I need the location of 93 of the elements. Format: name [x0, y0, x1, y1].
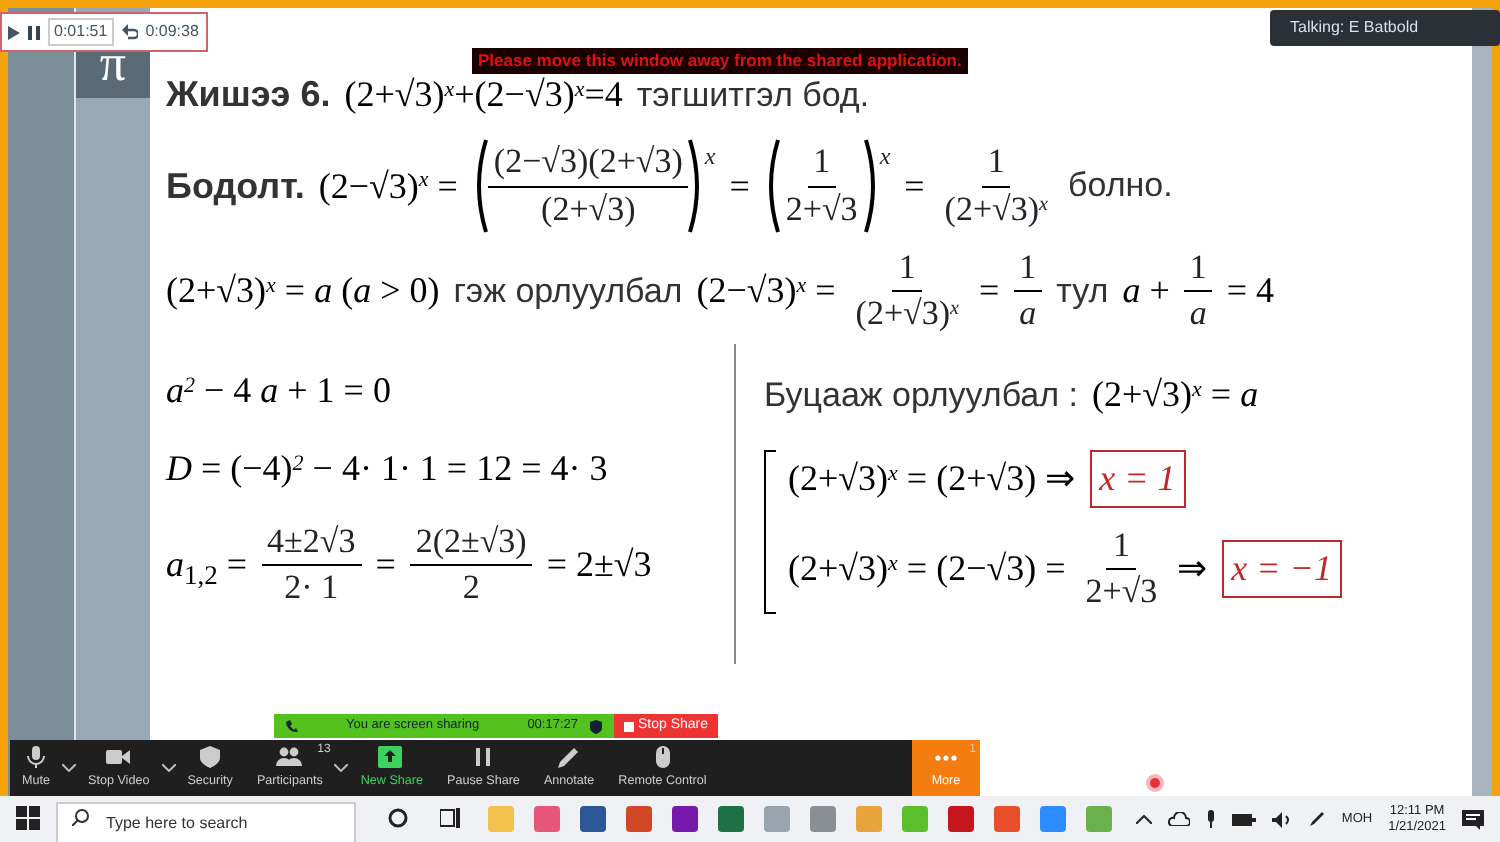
numerator: 1	[981, 140, 1011, 187]
denominator: (2+√3)$^{x}$	[942, 187, 1050, 231]
warning-banner: Please move this window away from the shared application.	[472, 48, 968, 74]
speaker-icon	[1271, 811, 1292, 827]
taskbar-app-icon[interactable]	[534, 806, 560, 832]
numerator: 1	[892, 246, 922, 293]
slide-text: тэгшитгэл бод.	[636, 73, 870, 118]
equation-text: (2+√3)$^{x}$ = a (a > 0)	[166, 268, 440, 315]
numerator: 4±2√3	[261, 520, 362, 567]
equation-text: (2−√3)$^{x}$ =	[696, 268, 836, 315]
denominator: a	[1187, 292, 1209, 337]
equation-text: D = (−4)$^{2}$ − 4· 1· 1 = 12 = 4· 3	[166, 446, 608, 493]
taskbar-app-icon[interactable]	[626, 806, 652, 832]
right-parenthesis-icon	[863, 138, 880, 234]
equation-text: a$_{1,2}$ =	[166, 542, 248, 593]
equation-text: =	[904, 163, 925, 209]
taskbar-app-icon[interactable]	[948, 806, 974, 832]
denominator: 2· 1	[282, 566, 341, 611]
phone-icon	[286, 720, 298, 732]
battery-icon	[1231, 813, 1256, 825]
numerator: 1	[807, 140, 837, 187]
total-time: 0:09:38	[145, 20, 199, 44]
microphone-icon	[23, 745, 49, 768]
taskbar-app-icon[interactable]	[1086, 806, 1112, 832]
exponent: x	[704, 140, 716, 174]
play-icon	[8, 25, 20, 39]
slide-heading: Бодолт.	[166, 163, 305, 210]
numerator: 2(2±√3)	[409, 520, 533, 567]
camera-icon	[105, 745, 132, 768]
equation-text: (2+√3)$^{x}$+(2−√3)$^{x}$=4	[344, 72, 623, 118]
equation-text: =	[729, 163, 750, 209]
share-icon	[378, 745, 405, 768]
denominator: (2+√3)	[539, 187, 638, 231]
taskbar-app-icon[interactable]	[488, 806, 514, 832]
denominator: (2+√3)$^{x}$	[853, 292, 961, 337]
denominator: a	[1017, 292, 1039, 337]
equation-text: (2+√3)$^{x}$ = (2+√3) ⇒	[788, 456, 1076, 503]
equation-text: =	[375, 542, 396, 589]
pen-icon	[556, 745, 583, 768]
caret-icon	[334, 764, 349, 772]
shield-icon	[590, 719, 602, 733]
answer-box: x = 1	[1089, 450, 1186, 509]
numerator: 1	[1106, 524, 1136, 571]
windows-icon	[16, 806, 40, 831]
equation-text: =	[979, 268, 1000, 315]
elapsed-time: 0:01:51	[48, 18, 114, 46]
chevron-up-icon	[1135, 814, 1152, 824]
equation-text: (2−√3)$^{x}$ =	[318, 163, 458, 210]
slide-heading: Жишээ 6.	[166, 72, 331, 118]
pause-icon	[28, 25, 40, 39]
numerator: 1	[1183, 246, 1213, 293]
cloud-icon	[1167, 812, 1190, 826]
pen-icon	[1307, 810, 1326, 828]
slide-text: Буцааж орлуулбал :	[764, 373, 1078, 418]
equation-text: = 2±√3	[546, 542, 652, 589]
denominator: 2+√3	[783, 187, 860, 231]
taskbar-app-icon[interactable]	[1040, 806, 1066, 832]
equation-text: = 4	[1226, 268, 1274, 315]
right-parenthesis-icon	[688, 138, 705, 234]
denominator: 2+√3	[1083, 570, 1160, 615]
taskbar-app-icon[interactable]	[764, 806, 790, 832]
slide-text: тул	[1056, 269, 1109, 314]
microphone-icon	[1205, 810, 1216, 828]
people-icon	[276, 745, 303, 768]
slide-text: болно.	[1068, 164, 1173, 209]
taskbar-app-icon[interactable]	[994, 806, 1020, 832]
equation-text: ⇒	[1177, 546, 1208, 593]
answer-box: x = −1	[1221, 540, 1342, 599]
taskbar-app-icon[interactable]	[718, 806, 744, 832]
numerator: 1	[1013, 246, 1043, 293]
exponent: x	[879, 140, 891, 174]
taskbar-app-icon[interactable]	[672, 806, 698, 832]
taskbar-app-icon[interactable]	[856, 806, 882, 832]
notification-icon	[1462, 809, 1484, 829]
circle-icon	[388, 808, 408, 829]
taskbar-app-icon[interactable]	[810, 806, 836, 832]
search-icon	[72, 807, 90, 825]
equation-text: (2+√3)$^{x}$ = a	[1091, 372, 1259, 419]
caret-icon	[161, 764, 176, 772]
undo-icon	[121, 24, 138, 40]
equation-text: a +	[1122, 268, 1170, 315]
shield-icon	[197, 745, 224, 768]
equation-text: (2+√3)$^{x}$ = (2−√3) =	[788, 546, 1066, 593]
equation-text: a$^{2}$ − 4 a + 1 = 0	[166, 368, 391, 415]
taskbar-app-icon[interactable]	[580, 806, 606, 832]
slide-text: гэж орлуулбал	[453, 269, 683, 314]
denominator: 2	[460, 566, 482, 611]
taskbar-app-icon[interactable]	[902, 806, 928, 832]
caret-icon	[62, 764, 76, 772]
search-field[interactable]: Type here to search	[56, 801, 356, 842]
task-view-icon	[440, 808, 462, 829]
talking-tooltip: Talking: E Batbold	[1270, 10, 1500, 46]
numerator: (2−√3)(2+√3)	[487, 140, 689, 187]
